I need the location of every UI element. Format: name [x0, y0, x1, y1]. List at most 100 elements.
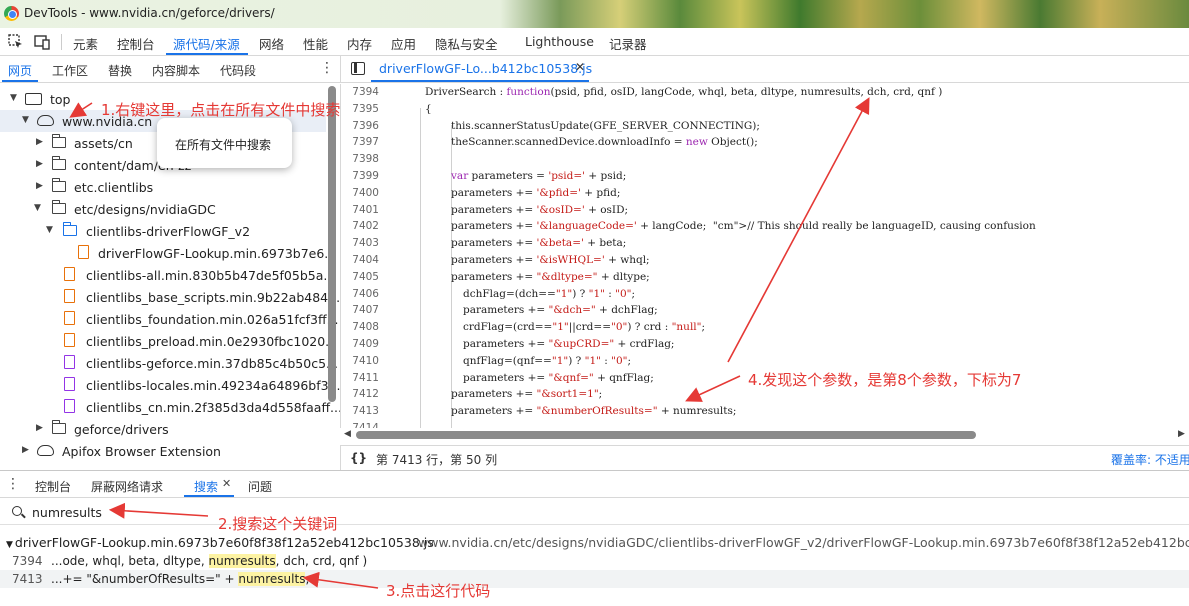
- folder-icon: [51, 156, 66, 170]
- tree-item-etc-designs[interactable]: ▼ etc/designs/nvidiaGDC: [0, 198, 326, 220]
- line-number[interactable]: 7400: [341, 187, 379, 199]
- scroll-left-icon[interactable]: ◀: [344, 429, 351, 439]
- expand-arrow-icon: ▼: [6, 540, 13, 550]
- search-match-row[interactable]: 7413 ...+= "&numberOfResults=" + numresu…: [0, 570, 1189, 588]
- tree-item-clientlibs-preload[interactable]: clientlibs_preload.min.0e2930fbc1020...: [0, 330, 337, 352]
- coverage-status[interactable]: 覆盖率: 不适用: [1111, 451, 1189, 468]
- close-search-tab-icon[interactable]: ✕: [222, 477, 231, 490]
- collapse-arrow-icon[interactable]: ▶: [36, 181, 46, 191]
- tree-item-clientlibs-base[interactable]: clientlibs_base_scripts.min.9b22ab484...: [0, 286, 340, 308]
- drawer-tab-issues[interactable]: 问题: [248, 478, 272, 495]
- line-number[interactable]: 7403: [341, 237, 379, 249]
- tree-item-label: top: [50, 92, 71, 107]
- tree-item-clientlibs-geforce[interactable]: clientlibs-geforce.min.37db85c4b50c5...: [0, 352, 338, 374]
- tab-console[interactable]: 控制台: [117, 34, 155, 53]
- editor-tab-bar: driverFlowGF-Lo...b412bc10538.js ✕: [340, 56, 1189, 83]
- search-icon: [12, 506, 22, 516]
- line-number[interactable]: 7411: [341, 372, 379, 384]
- expand-arrow-icon[interactable]: ▼: [34, 203, 44, 213]
- line-number[interactable]: 7396: [341, 120, 379, 132]
- tab-snippets[interactable]: 代码段: [220, 62, 256, 79]
- line-number[interactable]: 7413: [341, 405, 379, 417]
- match-before: ...ode, whql, beta, dltype,: [51, 554, 209, 568]
- tab-recorder[interactable]: 记录器: [609, 34, 647, 53]
- expand-arrow-icon[interactable]: ▼: [22, 115, 32, 125]
- code-line: parameters += '&osID=' + osID;: [451, 203, 629, 216]
- inspect-element-icon[interactable]: [8, 34, 24, 50]
- collapse-arrow-icon[interactable]: ▶: [36, 159, 46, 169]
- tree-scrollbar[interactable]: [328, 86, 336, 402]
- expand-arrow-icon[interactable]: ▼: [10, 93, 20, 103]
- tab-performance[interactable]: 性能: [303, 34, 328, 53]
- collapse-arrow-icon[interactable]: ▶: [36, 137, 46, 147]
- tab-lighthouse[interactable]: Lighthouse: [525, 34, 594, 49]
- tab-content-scripts[interactable]: 内容脚本: [152, 62, 200, 79]
- menu-item-search-all-files[interactable]: 在所有文件中搜索: [175, 136, 271, 153]
- line-number[interactable]: 7398: [341, 153, 379, 165]
- expand-arrow-icon[interactable]: ▼: [46, 225, 56, 235]
- tree-item-apifox[interactable]: ▶ Apifox Browser Extension: [0, 440, 326, 462]
- annotation-step-4: 4.发现这个参数，是第8个参数，下标为7: [748, 371, 1022, 389]
- file-icon: [64, 289, 75, 303]
- line-number[interactable]: 7401: [341, 204, 379, 216]
- line-number[interactable]: 7399: [341, 170, 379, 182]
- tab-application[interactable]: 应用: [391, 34, 416, 53]
- tree-item-label: etc/designs/nvidiaGDC: [74, 202, 216, 217]
- line-number[interactable]: 7410: [341, 355, 379, 367]
- search-bar[interactable]: numresults: [0, 499, 1189, 525]
- search-input[interactable]: numresults: [32, 505, 102, 520]
- line-number[interactable]: 7397: [341, 136, 379, 148]
- line-number[interactable]: 7402: [341, 220, 379, 232]
- line-number[interactable]: 7407: [341, 304, 379, 316]
- tab-page[interactable]: 网页: [8, 62, 32, 79]
- collapse-arrow-icon[interactable]: ▶: [22, 445, 32, 455]
- drawer-menu-icon[interactable]: ⋮: [6, 476, 20, 492]
- code-line: parameters += '&pfid=' + pfid;: [451, 186, 621, 199]
- tree-item-geforce-drivers[interactable]: ▶ geforce/drivers: [0, 418, 326, 440]
- editor-horizontal-scrollbar[interactable]: [356, 431, 976, 439]
- file-icon: [64, 267, 75, 281]
- search-result-file[interactable]: ▼ driverFlowGF-Lookup.min.6973b7e60f8f38f…: [0, 534, 1189, 552]
- line-number[interactable]: 7404: [341, 254, 379, 266]
- tree-item-clientlibs-locales[interactable]: clientlibs-locales.min.49234a64896bf3...: [0, 374, 340, 396]
- tree-item-driverflow-js[interactable]: driverFlowGF-Lookup.min.6973b7e6...: [0, 242, 336, 264]
- close-icon[interactable]: ✕: [575, 60, 585, 74]
- match-highlight: numresults: [208, 554, 276, 568]
- line-number[interactable]: 7412: [341, 388, 379, 400]
- tab-workspace[interactable]: 工作区: [52, 62, 88, 79]
- tab-elements[interactable]: 元素: [73, 34, 98, 53]
- tree-item-clientlibs-driverflow[interactable]: ▼ clientlibs-driverFlowGF_v2: [0, 220, 326, 242]
- tree-item-clientlibs-foundation[interactable]: clientlibs_foundation.min.026a51fcf3ff..…: [0, 308, 339, 330]
- line-number[interactable]: 7406: [341, 288, 379, 300]
- tab-sources[interactable]: 源代码/来源: [173, 34, 240, 53]
- tree-item-etc-clientlibs[interactable]: ▶ etc.clientlibs: [0, 176, 326, 198]
- drawer-tab-network-blocking[interactable]: 屏蔽网络请求: [91, 478, 163, 495]
- line-number[interactable]: 7409: [341, 338, 379, 350]
- tree-item-label: clientlibs_cn.min.2f385d3da4d558faaff...: [86, 400, 340, 415]
- folder-icon: [51, 134, 66, 148]
- tree-item-clientlibs-all[interactable]: clientlibs-all.min.830b5b47de5f05b5a...: [0, 264, 335, 286]
- tree-item-clientlibs-cn[interactable]: clientlibs_cn.min.2f385d3da4d558faaff...: [0, 396, 340, 418]
- tab-overrides[interactable]: 替换: [108, 62, 132, 79]
- device-toggle-icon[interactable]: [34, 34, 50, 50]
- line-number[interactable]: 7394: [341, 86, 379, 98]
- line-number[interactable]: 7408: [341, 321, 379, 333]
- scroll-right-icon[interactable]: ▶: [1178, 429, 1185, 439]
- toggle-navigator-icon[interactable]: [351, 62, 365, 75]
- line-number[interactable]: 7414: [341, 422, 379, 428]
- match-before: ...+= "&numberOfResults=" +: [51, 572, 239, 586]
- line-number[interactable]: 7395: [341, 103, 379, 115]
- cloud-icon: [37, 115, 54, 126]
- tab-memory[interactable]: 内存: [347, 34, 372, 53]
- tab-network[interactable]: 网络: [259, 34, 284, 53]
- pretty-print-icon[interactable]: {}: [350, 451, 367, 465]
- collapse-arrow-icon[interactable]: ▶: [36, 423, 46, 433]
- code-line: parameters += "&dch=" + dchFlag;: [463, 304, 658, 317]
- drawer-tab-search[interactable]: 搜索: [194, 478, 218, 495]
- drawer-tab-console[interactable]: 控制台: [35, 478, 71, 495]
- line-number[interactable]: 7405: [341, 271, 379, 283]
- more-options-icon[interactable]: ⋮: [320, 60, 334, 76]
- tab-privacy-security[interactable]: 隐私与安全: [435, 34, 498, 53]
- editor-tab-file[interactable]: driverFlowGF-Lo...b412bc10538.js: [379, 61, 592, 76]
- search-match-row[interactable]: 7394 ...ode, whql, beta, dltype, numresu…: [0, 552, 1189, 570]
